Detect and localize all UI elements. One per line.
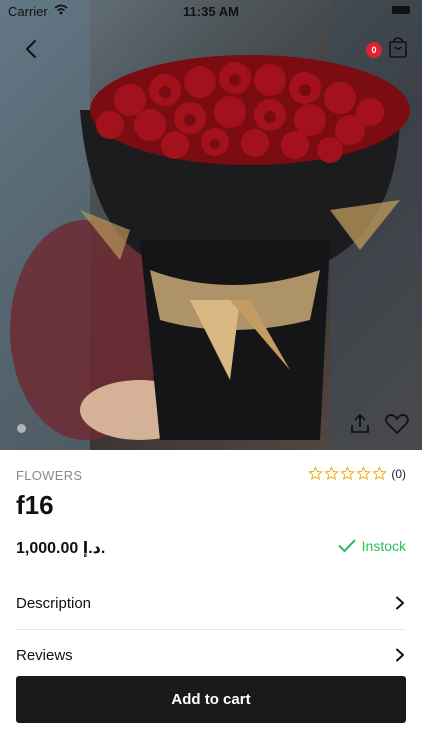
star-icon — [324, 466, 340, 481]
product-category: FLOWERS — [16, 468, 83, 483]
status-time: 11:35 AM — [183, 4, 239, 19]
product-rating[interactable]: (0) — [308, 466, 406, 481]
add-to-cart-button[interactable]: Add to cart — [16, 676, 406, 723]
reviews-label: Reviews — [16, 646, 73, 664]
back-button[interactable] — [18, 36, 44, 62]
reviews-row[interactable]: Reviews — [16, 630, 406, 680]
cart-button[interactable]: 0 — [366, 36, 408, 64]
share-button[interactable] — [348, 412, 372, 436]
star-icon — [356, 466, 372, 481]
description-row[interactable]: Description — [16, 578, 406, 628]
rating-count: (0) — [391, 466, 406, 481]
description-label: Description — [16, 594, 92, 612]
cart-count-badge: 0 — [366, 42, 382, 58]
favorite-button[interactable] — [384, 412, 410, 436]
battery-icon — [392, 6, 410, 14]
image-pager-dot[interactable] — [17, 424, 26, 433]
chevron-right-icon — [396, 648, 404, 662]
star-icon — [372, 466, 388, 481]
product-image[interactable]: Carrier 11:35 AM 0 — [0, 0, 422, 450]
bouquet-photo — [0, 0, 422, 450]
status-bar: Carrier 11:35 AM — [0, 0, 422, 22]
heart-icon — [385, 414, 409, 434]
product-price: 1,000.00 د.إ. — [16, 540, 106, 557]
share-icon — [351, 414, 369, 433]
star-icon — [308, 466, 324, 481]
stock-status: Instock — [338, 538, 406, 554]
check-icon — [338, 539, 356, 552]
cart-icon — [389, 37, 407, 58]
star-icon — [340, 466, 356, 481]
back-icon — [26, 40, 36, 58]
product-title: f16 — [16, 490, 54, 520]
stock-label: Instock — [361, 538, 406, 554]
chevron-right-icon — [396, 596, 404, 610]
